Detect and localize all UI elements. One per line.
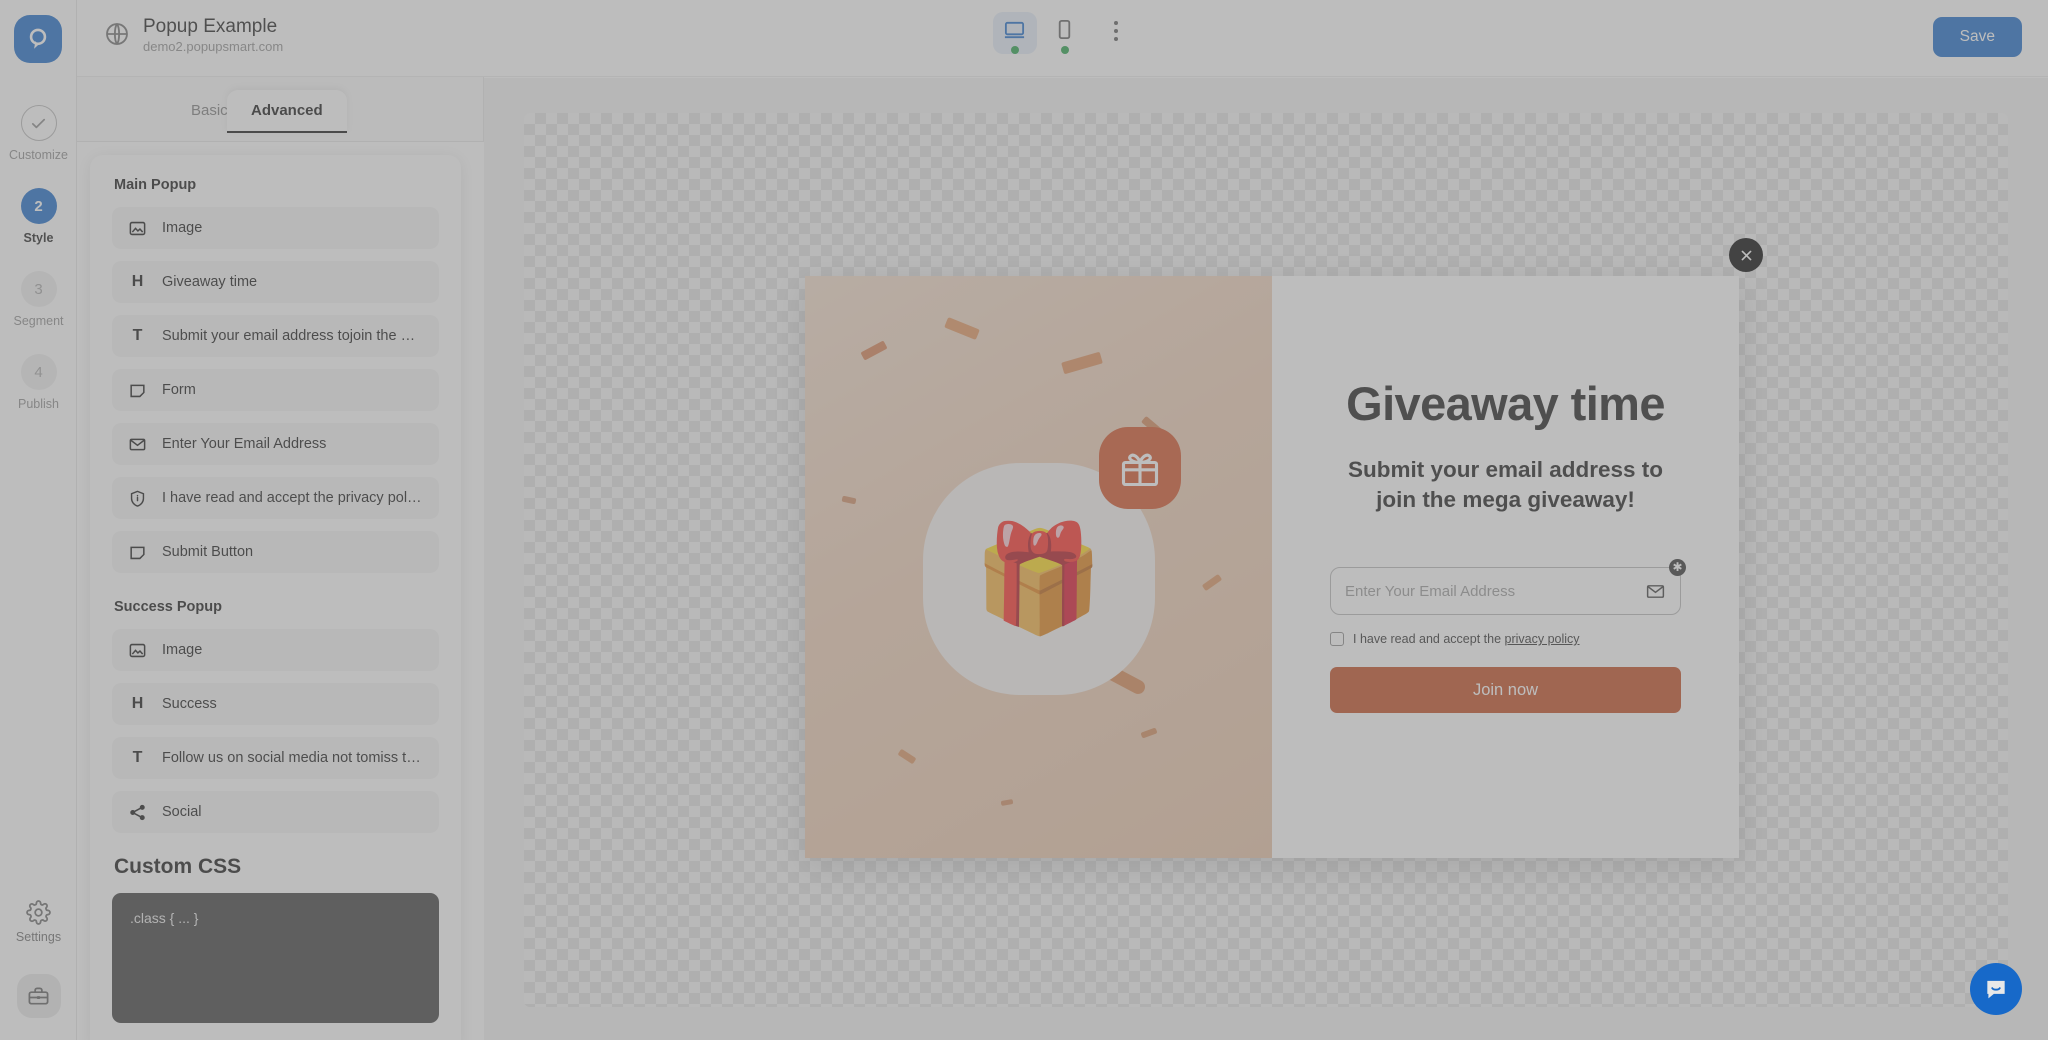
list-item-privacy-consent[interactable]: I have read and accept the privacy polic… [112, 477, 439, 519]
step-customize[interactable]: Customize [0, 105, 77, 162]
privacy-policy-link[interactable]: privacy policy [1505, 632, 1580, 646]
popup-preview: 🎁 Giveaway time Submit your email addres… [805, 238, 1763, 858]
list-item-success-image[interactable]: Image [112, 629, 439, 671]
shield-info-icon [128, 489, 147, 508]
list-item-submit-button[interactable]: Submit Button [112, 531, 439, 573]
list-item-label: Image [162, 642, 203, 658]
briefcase-icon [28, 986, 49, 1005]
top-bar: Popup Example demo2.popupsmart.com Save [77, 0, 2048, 77]
left-rail: Customize 2 Style 3 Segment 4 Publish Se… [0, 0, 77, 1040]
desktop-icon [1004, 21, 1025, 39]
text-icon: T [132, 749, 143, 766]
step-label: Style [23, 231, 54, 245]
save-button[interactable]: Save [1932, 17, 2022, 57]
custom-css-title: Custom CSS [114, 855, 242, 878]
tab-advanced[interactable]: Advanced [227, 90, 347, 133]
list-item-success-text[interactable]: T Follow us on social media not tomiss t… [112, 737, 439, 779]
list-item-label: Giveaway time [162, 274, 258, 290]
popupsmart-logo-icon[interactable] [14, 15, 62, 63]
check-icon [20, 105, 57, 141]
device-desktop-button[interactable] [992, 12, 1037, 54]
step-number: 3 [20, 271, 57, 307]
share-icon [128, 803, 147, 822]
popup-content-panel: Giveaway time Submit your email address … [1272, 238, 1763, 858]
page-title: Popup Example [143, 16, 278, 37]
list-item-label: Success [162, 696, 217, 712]
join-now-button[interactable]: Join now [1330, 667, 1681, 714]
privacy-consent-checkbox[interactable]: I have read and accept the privacy polic… [1330, 632, 1681, 647]
tab-strip: Basic Advanced [77, 77, 484, 142]
step-style[interactable]: 2 Style [0, 188, 77, 245]
site-info: Popup Example demo2.popupsmart.com [104, 15, 283, 54]
site-url: demo2.popupsmart.com [143, 38, 284, 54]
email-placeholder: Enter Your Email Address [1345, 582, 1516, 600]
step-publish[interactable]: 4 Publish [0, 354, 77, 411]
step-list: Customize 2 Style 3 Segment 4 Publish [0, 105, 77, 437]
list-item-heading[interactable]: H Giveaway time [112, 261, 439, 303]
list-item-form[interactable]: Form [112, 369, 439, 411]
step-number: 4 [20, 354, 57, 390]
popup-builder-app: Customize 2 Style 3 Segment 4 Publish Se… [0, 0, 2048, 1040]
list-item-label: I have read and accept the privacy polic… [162, 490, 423, 506]
list-item-label: Enter Your Email Address [162, 436, 327, 452]
heading-icon: H [131, 695, 144, 712]
image-icon [128, 641, 147, 660]
list-item-label: Form [162, 382, 196, 398]
list-item-email-field[interactable]: Enter Your Email Address [112, 423, 439, 465]
gear-icon [26, 900, 51, 925]
button-icon [128, 543, 147, 562]
success-popup-section-title: Success Popup [114, 599, 222, 615]
mobile-status-dot [1060, 46, 1069, 54]
list-item-social[interactable]: Social [112, 791, 439, 833]
gift-box-illustration: 🎁 [973, 520, 1104, 638]
list-item-label: Social [162, 804, 202, 820]
popup-image-panel[interactable]: 🎁 [805, 276, 1272, 858]
list-item-success-heading[interactable]: H Success [112, 683, 439, 725]
consent-text: I have read and accept the [1353, 632, 1505, 647]
rail-bottom: Settings [0, 900, 77, 1018]
list-item-label: Submit Button [162, 544, 254, 560]
image-icon [128, 219, 147, 238]
email-input[interactable]: Enter Your Email Address ✱ [1330, 559, 1686, 616]
form-icon [128, 381, 147, 400]
step-label: Segment [13, 314, 64, 328]
chat-bubble-icon[interactable] [1970, 963, 2022, 1015]
step-label: Customize [8, 148, 69, 162]
checkbox-box[interactable] [1330, 632, 1344, 647]
list-item-label: Follow us on social media not tomiss the… [162, 750, 423, 766]
list-item-image[interactable]: Image [112, 207, 439, 249]
desktop-status-dot [1010, 46, 1019, 54]
heading-icon: H [131, 273, 144, 290]
list-item-label: Image [162, 220, 203, 236]
globe-icon [106, 23, 128, 46]
kebab-menu-icon[interactable] [1099, 12, 1133, 41]
step-label: Publish [18, 397, 59, 411]
popup-headline: Giveaway time [1346, 377, 1665, 430]
email-icon [128, 435, 147, 454]
advanced-settings-panel: Main Popup Image H Giveaway time T Submi… [90, 155, 461, 1040]
list-item-text[interactable]: T Submit your email address tojoin the m… [112, 315, 439, 357]
settings-label: Settings [15, 930, 62, 944]
custom-css-textarea[interactable]: .class { ... } [112, 893, 439, 1023]
step-segment[interactable]: 3 Segment [0, 271, 77, 328]
text-icon: T [132, 327, 143, 344]
gift-icon [1099, 427, 1182, 510]
mobile-icon [1058, 19, 1071, 40]
close-icon[interactable] [1729, 238, 1763, 272]
step-number: 2 [20, 188, 57, 224]
popup-subheadline: Submit your email address to join the me… [1347, 457, 1664, 513]
settings-button[interactable]: Settings [0, 900, 77, 944]
briefcase-button[interactable] [16, 974, 61, 1018]
main-popup-section-title: Main Popup [114, 177, 197, 193]
device-mobile-button[interactable] [1043, 12, 1087, 54]
list-item-label: Submit your email address tojoin the me.… [162, 328, 423, 344]
required-marker: ✱ [1669, 559, 1686, 577]
envelope-icon [1646, 584, 1665, 598]
device-toggle-group [992, 12, 1133, 54]
